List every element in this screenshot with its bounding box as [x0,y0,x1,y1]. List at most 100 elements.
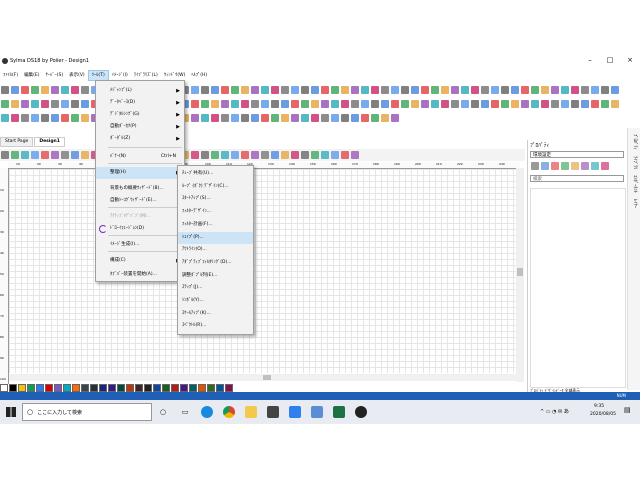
toolbar-tool-icon[interactable] [511,86,519,94]
toolbar-tool-icon[interactable] [521,100,529,108]
tools-menu-item[interactable]: ｱｸﾃｨﾌﾞﾏﾃﾞﾊﾞﾌﾞ(M)... [96,211,184,223]
photos-icon[interactable] [289,406,301,418]
toolbar-tool-icon[interactable] [271,114,279,122]
toolbar-tool-icon[interactable] [11,100,19,108]
tools-menu-item[interactable]: 自動ｼｰｺｸﾞｳｨｻﾞｰﾄﾞ(E)... [96,195,184,207]
toolbar-tool-icon[interactable] [201,86,209,94]
toolbar-tool-icon[interactable] [311,86,319,94]
toolbar-tool-icon[interactable] [321,100,329,108]
toolbar-tool-icon[interactable] [201,100,209,108]
toolbar-tool-icon[interactable] [561,86,569,94]
submenu-item[interactable]: ﾙｰﾌﾟ (ﾎﾞｸ) ﾃﾞｻﾞｲﾝ(C)... [178,181,253,193]
toolbar-tool-icon[interactable] [301,114,309,122]
design-tool-icon[interactable] [321,151,329,159]
toolbar-tool-icon[interactable] [341,100,349,108]
toolbar-tool-icon[interactable] [211,114,219,122]
toolbar-tool-icon[interactable] [451,100,459,108]
toolbar-tool-icon[interactable] [451,86,459,94]
design-tool-icon[interactable] [311,151,319,159]
toolbar-tool-icon[interactable] [311,114,319,122]
toolbar-tool-icon[interactable] [231,100,239,108]
cortana-icon[interactable]: ○ [157,406,169,418]
explorer-icon[interactable] [245,406,257,418]
toolbar-tool-icon[interactable] [391,100,399,108]
toolbar-tool-icon[interactable] [421,100,429,108]
toolbar-tool-icon[interactable] [541,100,549,108]
toolbar-tool-icon[interactable] [191,86,199,94]
design-tool-icon[interactable] [191,151,199,159]
toolbar-tool-icon[interactable] [1,100,9,108]
store-icon[interactable] [267,406,279,418]
toolbar-tool-icon[interactable] [61,86,69,94]
layer-color-swatch[interactable] [171,383,179,392]
toolbar-tool-icon[interactable] [61,114,69,122]
toolbar-tool-icon[interactable] [611,86,619,94]
submenu-item[interactable]: ﾌｨﾙﾀｰ計画(F)... [178,219,253,231]
property-tool-icon[interactable] [541,162,549,170]
toolbar-tool-icon[interactable] [31,86,39,94]
maximize-icon[interactable]: □ [600,55,620,66]
menu-library[interactable]: ﾗｲﾌﾞﾗﾘｽﾞ(L) [131,71,161,80]
toolbar-tool-icon[interactable] [81,86,89,94]
toolbar-tool-icon[interactable] [491,86,499,94]
side-tab-library[interactable]: ﾗｲﾌﾞﾗﾘ [631,156,637,170]
edge-icon[interactable] [201,406,213,418]
toolbar-tool-icon[interactable] [401,100,409,108]
layer-color-swatch[interactable] [180,383,188,392]
toolbar-tool-icon[interactable] [591,86,599,94]
design-tool-icon[interactable] [21,151,29,159]
layer-color-swatch[interactable] [72,383,80,392]
property-tool-icon[interactable] [531,162,539,170]
tools-menu-item[interactable]: 自動ﾎﾞｰｶｸ(P) ▶ [96,121,184,133]
toolbar-tool-icon[interactable] [281,86,289,94]
toolbar-tool-icon[interactable] [481,100,489,108]
design-tool-icon[interactable] [11,151,19,159]
submenu-item[interactable]: ｱﾀﾞﾌﾟﾃｨﾌﾞﾌｨﾙﾀﾘﾝｸﾞ(D)... [178,257,253,269]
toolbar-tool-icon[interactable] [261,114,269,122]
submenu-item[interactable]: ｽﾍﾟｸﾄﾙ(R)... [178,320,253,332]
toolbar-tool-icon[interactable] [371,114,379,122]
toolbar-tool-icon[interactable] [211,86,219,94]
layer-color-swatch[interactable] [99,383,107,392]
toolbar-tool-icon[interactable] [411,100,419,108]
design-tool-icon[interactable] [251,151,259,159]
toolbar-tool-icon[interactable] [291,86,299,94]
submenu-item[interactable]: ﾌｨﾙﾀｰﾃﾞｻﾞｲﾝ... [178,206,253,218]
submenu-item[interactable]: 調整ﾎﾞﾌﾟﾙ列(E)... [178,270,253,282]
layer-color-swatch[interactable] [9,383,17,392]
toolbar-tool-icon[interactable] [81,114,89,122]
toolbar-tool-icon[interactable] [331,100,339,108]
task-view-icon[interactable]: ▭ [179,406,191,418]
toolbar-tool-icon[interactable] [1,114,9,122]
toolbar-tool-icon[interactable] [311,100,319,108]
tools-menu-item[interactable]: 構成(C)▶ [96,255,184,267]
design-tool-icon[interactable] [221,151,229,159]
menu-server[interactable]: ｻｰﾊﾞｰ(S) [42,71,66,80]
toolbar-tool-icon[interactable] [21,114,29,122]
properties-combo[interactable]: 環境設定 [530,151,624,158]
toolbar-tool-icon[interactable] [571,86,579,94]
side-tab-layer[interactable]: ﾚｲﾔｰ [631,199,637,208]
toolbar-tool-icon[interactable] [411,86,419,94]
toolbar-tool-icon[interactable] [461,86,469,94]
toolbar-tool-icon[interactable] [571,100,579,108]
design-tool-icon[interactable] [301,151,309,159]
design-tool-icon[interactable] [351,151,359,159]
toolbar-tool-icon[interactable] [51,114,59,122]
toolbar-tool-icon[interactable] [361,100,369,108]
design-tool-icon[interactable] [341,151,349,159]
toolbar-tool-icon[interactable] [331,114,339,122]
submenu-item[interactable]: ｽﾀｰﾄｱｯﾌﾟ(S)... [178,193,253,205]
tools-menu-item[interactable]: 背景もの概要ｳｨｻﾞｰﾄﾞ(B)... [96,183,184,195]
toolbar-tool-icon[interactable] [481,86,489,94]
toolbar-tool-icon[interactable] [381,114,389,122]
toolbar-tool-icon[interactable] [81,100,89,108]
toolbar-tool-icon[interactable] [581,100,589,108]
toolbar-tool-icon[interactable] [281,114,289,122]
toolbar-tool-icon[interactable] [241,114,249,122]
layer-color-swatch[interactable] [162,383,170,392]
side-tab-component[interactable]: ｺﾝﾎﾟｰﾈﾝﾄ [631,175,637,193]
windows-start-icon[interactable] [6,407,16,417]
toolbar-tool-icon[interactable] [561,100,569,108]
toolbar-tool-icon[interactable] [491,100,499,108]
